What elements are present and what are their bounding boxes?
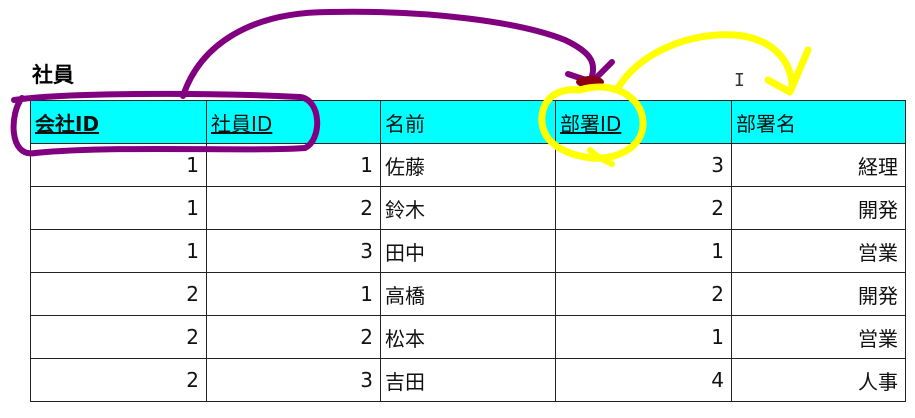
employee-table: 会社ID 社員ID 名前 部署ID 部署名 1 1 佐藤 3 経理 1 2 鈴木… — [30, 100, 906, 402]
cell-dept-name: 開発 — [731, 272, 906, 316]
cell-company-id: 1 — [30, 229, 207, 273]
cell-dept-name: 営業 — [731, 229, 906, 273]
table-row: 1 2 鈴木 2 開発 — [30, 186, 906, 230]
table-row: 2 2 松本 1 営業 — [30, 315, 906, 359]
cell-name: 高橋 — [380, 272, 556, 316]
cell-company-id: 2 — [30, 358, 207, 402]
purple-arrowhead — [565, 59, 615, 85]
cell-employee-id: 3 — [206, 358, 381, 402]
cell-name: 鈴木 — [380, 186, 556, 230]
cell-employee-id: 2 — [206, 315, 381, 359]
yellow-arrow-arc — [614, 31, 796, 92]
yellow-arrowhead — [764, 46, 812, 96]
cell-employee-id: 1 — [206, 143, 381, 187]
cell-dept-name: 開発 — [731, 186, 906, 230]
cell-dept-id: 4 — [555, 358, 732, 402]
cell-dept-name: 人事 — [731, 358, 906, 402]
purple-arrow-arc — [180, 8, 597, 99]
page: 社員 会社ID 社員ID 名前 部署ID 部署名 1 1 佐藤 3 経理 1 2… — [0, 0, 915, 418]
cell-dept-name: 営業 — [731, 315, 906, 359]
cell-dept-id: 1 — [555, 229, 732, 273]
table-title: 社員 — [32, 63, 74, 87]
cell-dept-id: 3 — [555, 143, 732, 187]
cell-name: 田中 — [380, 229, 556, 273]
table-row: 2 3 吉田 4 人事 — [30, 358, 906, 402]
cell-name: 佐藤 — [380, 143, 556, 187]
cell-dept-id: 2 — [555, 186, 732, 230]
table-row: 2 1 高橋 2 開発 — [30, 272, 906, 316]
cell-dept-name: 経理 — [731, 143, 906, 187]
table-header-row: 会社ID 社員ID 名前 部署ID 部署名 — [30, 100, 906, 144]
cell-dept-id: 1 — [555, 315, 732, 359]
red-marker — [576, 76, 604, 88]
column-header-name: 名前 — [380, 100, 556, 144]
cell-company-id: 2 — [30, 272, 207, 316]
cell-name: 吉田 — [380, 358, 556, 402]
cell-employee-id: 2 — [206, 186, 381, 230]
table-row: 1 3 田中 1 営業 — [30, 229, 906, 273]
cell-name: 松本 — [380, 315, 556, 359]
column-header-dept-name: 部署名 — [731, 100, 906, 144]
column-header-employee-id: 社員ID — [206, 100, 381, 144]
cell-company-id: 1 — [30, 143, 207, 187]
column-header-company-id: 会社ID — [30, 100, 207, 144]
cell-employee-id: 1 — [206, 272, 381, 316]
cell-company-id: 1 — [30, 186, 207, 230]
i-beam-cursor-icon: I — [734, 70, 745, 91]
table-row: 1 1 佐藤 3 経理 — [30, 143, 906, 187]
cell-dept-id: 2 — [555, 272, 732, 316]
cell-company-id: 2 — [30, 315, 207, 359]
cell-employee-id: 3 — [206, 229, 381, 273]
column-header-dept-id: 部署ID — [555, 100, 732, 144]
